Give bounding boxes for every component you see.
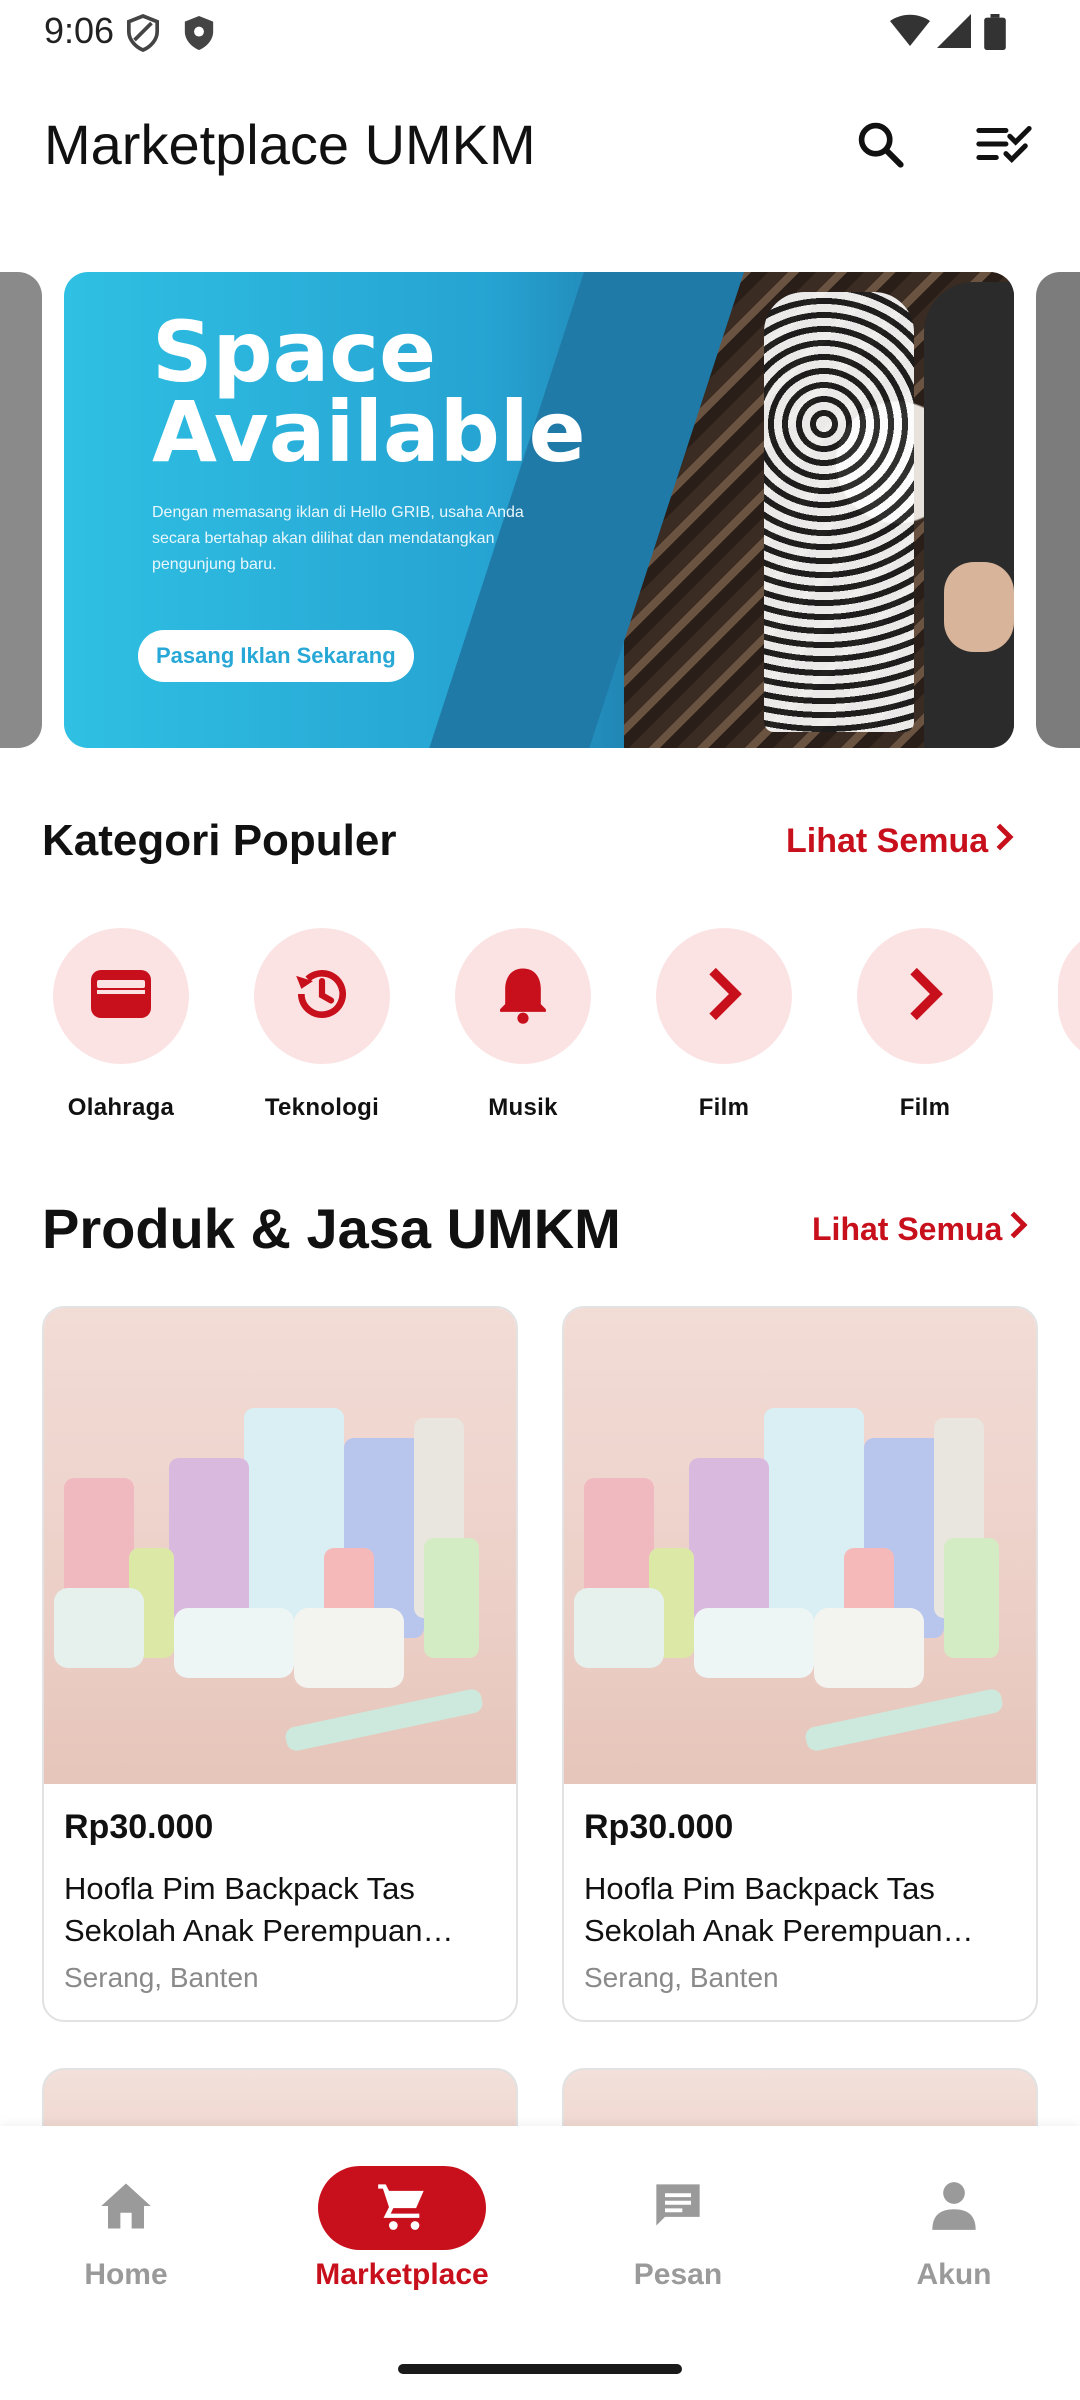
cart-icon: [375, 2180, 429, 2237]
wallet-icon: [89, 968, 153, 1025]
banner-description: Dengan memasang iklan di Hello GRIB, usa…: [152, 504, 524, 573]
page-title: Marketplace UMKM: [44, 113, 536, 176]
person-icon: [929, 2180, 979, 2237]
product-card[interactable]: Rp30.000 Hoofla Pim Backpack Tas Sekolah…: [42, 1306, 518, 2022]
status-bar: 9:06: [0, 0, 1080, 64]
message-icon: [652, 2180, 704, 2237]
chevron-right-icon: [704, 965, 744, 1028]
shield-outline-icon: [126, 14, 160, 57]
product-price: Rp30.000: [584, 1808, 734, 1846]
promo-banner[interactable]: Space Available Dengan memasang iklan di…: [64, 272, 1014, 748]
app-bar: Marketplace UMKM: [0, 90, 1080, 200]
bell-icon: [495, 963, 551, 1030]
battery-icon: [984, 14, 1006, 55]
category-olahraga[interactable]: Olahraga: [46, 928, 196, 1122]
nav-home[interactable]: Home: [6, 2166, 246, 2292]
products-see-all-link[interactable]: Lihat Semua: [812, 1210, 1030, 1248]
category-film-2[interactable]: Film: [850, 928, 1000, 1122]
chevron-right-icon: [1008, 1210, 1030, 1248]
chevron-right-icon: [905, 965, 945, 1028]
shield-icon: [182, 14, 216, 57]
product-image: [564, 1308, 1036, 1784]
category-film[interactable]: Film: [649, 928, 799, 1122]
products-title: Produk & Jasa UMKM: [42, 1197, 621, 1260]
category-musik[interactable]: Musik: [448, 928, 598, 1122]
categories-see-all-link[interactable]: Lihat Semua: [786, 822, 1016, 861]
category-teknologi[interactable]: Teknologi: [247, 928, 397, 1122]
banner-headline: Space Available: [152, 303, 586, 481]
nav-marketplace[interactable]: Marketplace: [282, 2166, 522, 2292]
category-next-peek[interactable]: [1058, 928, 1080, 1064]
banner-previous-peek[interactable]: [0, 272, 42, 748]
nav-akun[interactable]: Akun: [834, 2166, 1074, 2292]
home-indicator[interactable]: [398, 2364, 682, 2374]
search-icon: [854, 118, 906, 175]
product-image: [44, 1308, 516, 1784]
search-button[interactable]: [844, 110, 916, 182]
product-name: Hoofla Pim Backpack Tas Sekolah Anak Per…: [584, 1871, 943, 1948]
banner-cta-button[interactable]: Pasang Iklan Sekarang: [138, 630, 414, 682]
product-card[interactable]: Rp30.000 Hoofla Pim Backpack Tas Sekolah…: [562, 1306, 1038, 2022]
banner-next-peek[interactable]: [1036, 272, 1080, 748]
bottom-navigation: Home Marketplace Pesan Akun: [0, 2126, 1080, 2400]
home-icon: [99, 2181, 153, 2236]
checklist-icon: [975, 122, 1033, 171]
filter-button[interactable]: [968, 110, 1040, 182]
history-icon: [291, 963, 353, 1030]
nav-pesan[interactable]: Pesan: [558, 2166, 798, 2292]
signal-icon: [936, 14, 972, 53]
product-price: Rp30.000: [64, 1808, 214, 1846]
wifi-icon: [890, 14, 930, 53]
status-time: 9:06: [44, 10, 115, 51]
product-name: Hoofla Pim Backpack Tas Sekolah Anak Per…: [64, 1871, 423, 1948]
product-location: Serang, Banten: [584, 1962, 779, 1993]
product-location: Serang, Banten: [64, 1962, 259, 1993]
categories-title: Kategori Populer: [42, 816, 397, 865]
chevron-right-icon: [994, 822, 1016, 861]
